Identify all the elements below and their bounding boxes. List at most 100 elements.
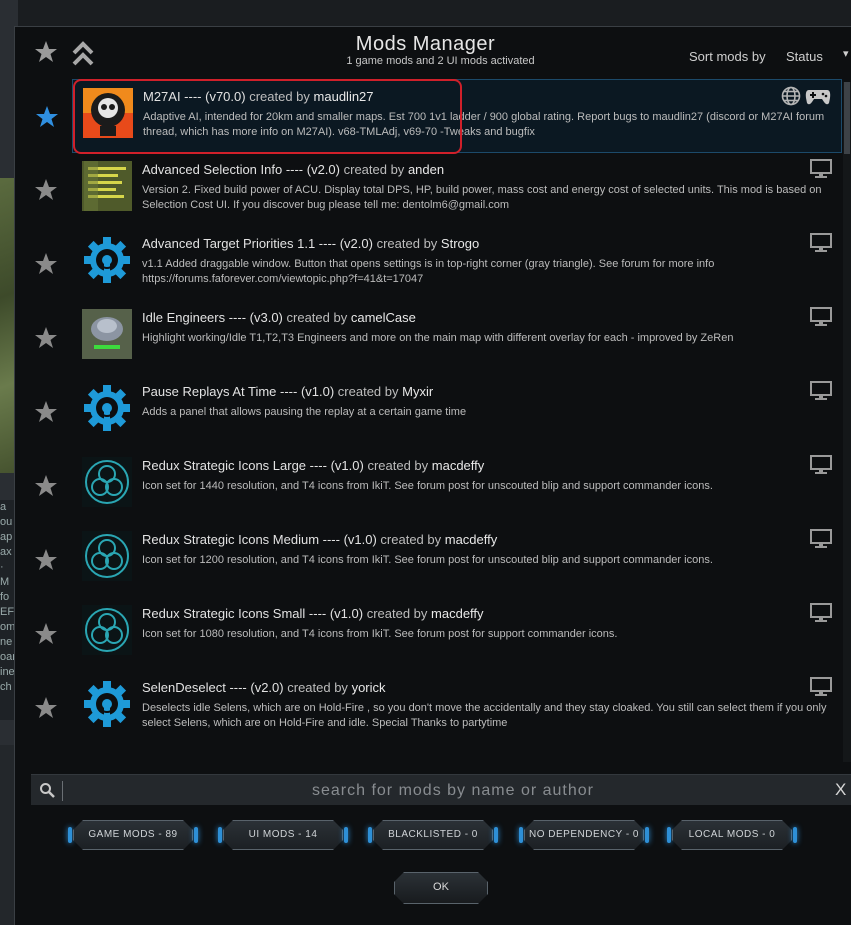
monitor-icon <box>810 307 832 327</box>
favorite-star-icon[interactable] <box>34 474 58 498</box>
ok-button[interactable]: OK <box>392 871 490 905</box>
filter-no-dependency-button[interactable]: NO DEPENDENCY - 0 <box>518 818 650 852</box>
mod-thumbnail-icon <box>83 88 133 138</box>
mod-row[interactable]: Redux Strategic Icons Medium ---- (v1.0)… <box>35 523 842 597</box>
mod-name: Redux Strategic Icons Small ---- (v1.0) <box>142 606 364 621</box>
mod-row[interactable]: Redux Strategic Icons Small ---- (v1.0) … <box>35 597 842 671</box>
mod-row[interactable]: Redux Strategic Icons Large ---- (v1.0) … <box>35 449 842 523</box>
created-by-label: created by <box>249 89 310 104</box>
search-input[interactable] <box>71 777 835 805</box>
created-by-label: created by <box>337 384 399 399</box>
mod-author: yorick <box>351 680 386 695</box>
background-side-text: a ou ap ax · M fo EF om ne oar ine ch <box>0 500 14 720</box>
background-text-fragment: ine <box>0 666 14 678</box>
background-text-fragment: ne <box>0 636 13 648</box>
mod-row[interactable]: Pause Replays At Time ---- (v1.0) create… <box>35 375 842 449</box>
mod-title: Redux Strategic Icons Small ---- (v1.0) … <box>142 606 484 621</box>
background-text-fragment: EF <box>0 606 14 618</box>
mod-description: Deselects idle Selens, which are on Hold… <box>142 702 827 729</box>
background-text-fragment: om <box>0 621 14 633</box>
favorite-star-icon[interactable] <box>34 696 58 720</box>
mod-title: Idle Engineers ---- (v3.0) created by ca… <box>142 310 416 325</box>
mod-author: anden <box>407 162 445 177</box>
background-minimap <box>0 178 14 473</box>
mod-name: Redux Strategic Icons Medium ---- (v1.0) <box>142 532 377 547</box>
sort-dropdown-chevron-icon[interactable]: ▾ <box>843 47 849 60</box>
favorite-star-icon[interactable] <box>34 178 58 202</box>
mod-name: Advanced Target Priorities 1.1 ---- (v2.… <box>142 236 373 251</box>
mod-author: macdeffy <box>431 458 485 473</box>
filter-label: GAME MODS - 89 <box>88 829 178 840</box>
favorite-star-icon[interactable] <box>34 400 58 424</box>
filter-blacklisted-button[interactable]: BLACKLISTED - 0 <box>367 818 499 852</box>
mod-title: Advanced Target Priorities 1.1 ---- (v2.… <box>142 236 479 251</box>
mod-name: Idle Engineers ---- (v3.0) <box>142 310 283 325</box>
created-by-label: created by <box>286 310 348 325</box>
mod-thumbnail-icon <box>82 605 132 655</box>
background-text-fragment: ch <box>0 681 12 693</box>
mod-name: SelenDeselect ---- (v2.0) <box>142 680 284 695</box>
favorite-star-icon[interactable] <box>34 326 58 350</box>
monitor-icon <box>810 603 832 623</box>
mod-description: Icon set for 1200 resolution, and T4 ico… <box>142 554 713 566</box>
scrollbar-thumb[interactable] <box>844 82 850 154</box>
mod-list-scrollbar[interactable] <box>843 82 851 762</box>
sort-label: Sort mods by <box>689 49 766 64</box>
favorite-star-icon[interactable] <box>34 548 58 572</box>
mod-row[interactable]: Idle Engineers ---- (v3.0) created by ca… <box>35 301 842 375</box>
mod-name: Pause Replays At Time ---- (v1.0) <box>142 384 335 399</box>
mod-row[interactable]: SelenDeselect ---- (v2.0) created by yor… <box>35 671 842 745</box>
favorite-star-icon[interactable] <box>35 105 59 129</box>
search-bar: X <box>31 774 851 805</box>
mod-list: M27AI ---- (v70.0) created by maudlin27 A… <box>35 79 842 765</box>
monitor-icon <box>810 233 832 253</box>
mod-description: Adds a panel that allows pausing the rep… <box>142 406 467 418</box>
mod-author: Myxir <box>402 384 434 399</box>
monitor-icon <box>810 529 832 549</box>
filter-game-mods-button[interactable]: GAME MODS - 89 <box>67 818 199 852</box>
mod-row[interactable]: Advanced Selection Info ---- (v2.0) crea… <box>35 153 842 227</box>
created-by-label: created by <box>367 458 429 473</box>
filter-label: NO DEPENDENCY - 0 <box>528 829 639 840</box>
mod-row[interactable]: Advanced Target Priorities 1.1 ---- (v2.… <box>35 227 842 301</box>
created-by-label: created by <box>287 680 348 695</box>
mod-name: Redux Strategic Icons Large ---- (v1.0) <box>142 458 364 473</box>
mod-author: macdeffy <box>431 606 484 621</box>
mod-description: Icon set for 1080 resolution, and T4 ico… <box>142 628 618 640</box>
mod-row[interactable]: M27AI ---- (v70.0) created by maudlin27 A… <box>36 79 842 153</box>
background-text-fragment: ax <box>0 546 12 558</box>
background-text-fragment: fo <box>0 591 10 603</box>
mod-thumbnail-icon <box>82 679 132 729</box>
gamepad-icon <box>805 86 831 106</box>
mod-name: Advanced Selection Info ---- (v2.0) <box>142 162 340 177</box>
background-text-fragment: · M <box>0 561 10 588</box>
filter-label: UI MODS - 14 <box>248 829 318 840</box>
mod-title: Pause Replays At Time ---- (v1.0) create… <box>142 384 433 399</box>
background-text-fragment: oar <box>0 651 14 663</box>
created-by-label: created by <box>343 162 405 177</box>
mod-description: Version 2. Fixed build power of ACU. Dis… <box>142 184 822 211</box>
mod-title: Advanced Selection Info ---- (v2.0) crea… <box>142 162 444 177</box>
background-text-fragment: a <box>0 501 7 513</box>
monitor-icon <box>810 159 832 179</box>
mod-thumbnail-icon <box>82 235 132 285</box>
clear-search-button[interactable]: X <box>835 780 846 800</box>
mod-description: v1.1 Added draggable window. Button that… <box>142 258 715 285</box>
monitor-icon <box>810 455 832 475</box>
mod-title: Redux Strategic Icons Large ---- (v1.0) … <box>142 458 484 473</box>
filter-ui-mods-button[interactable]: UI MODS - 14 <box>217 818 349 852</box>
favorite-star-icon[interactable] <box>34 622 58 646</box>
globe-icon <box>781 86 801 106</box>
mod-title: Redux Strategic Icons Medium ---- (v1.0)… <box>142 532 497 547</box>
mod-description: Adaptive AI, intended for 20km and small… <box>143 111 825 138</box>
background-text-fragment: ap <box>0 531 13 543</box>
favorite-star-icon[interactable] <box>34 252 58 276</box>
mod-thumbnail-icon <box>82 531 132 581</box>
filter-local-mods-button[interactable]: LOCAL MODS - 0 <box>666 818 798 852</box>
mod-author: camelCase <box>350 310 416 325</box>
monitor-icon <box>810 677 832 697</box>
mod-title: SelenDeselect ---- (v2.0) created by yor… <box>142 680 386 695</box>
sort-dropdown[interactable]: Status <box>786 49 823 64</box>
search-icon <box>40 783 55 798</box>
mod-author: Strogo <box>440 236 480 251</box>
